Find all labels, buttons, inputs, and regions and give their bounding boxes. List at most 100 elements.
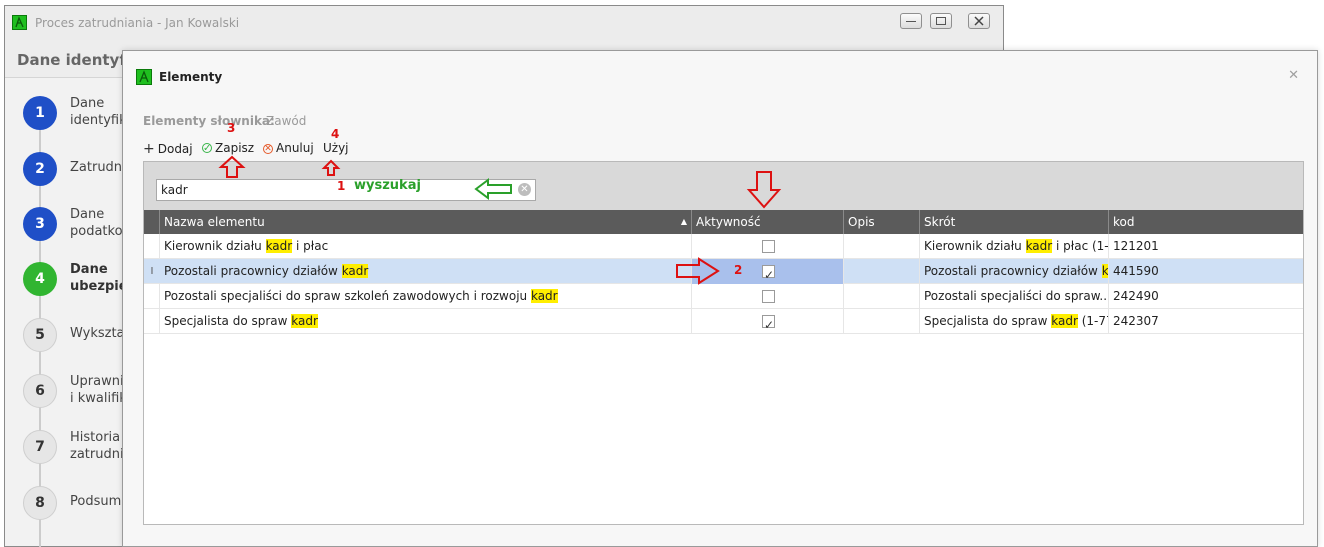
step-number: 4: [23, 262, 57, 296]
step-number: 2: [23, 152, 57, 186]
search-highlight: kadr: [1051, 314, 1078, 328]
close-icon[interactable]: ✕: [1288, 68, 1299, 83]
description-cell[interactable]: [844, 234, 920, 259]
annotation-number-1: 1: [337, 179, 346, 193]
annotation-down-arrow-icon: [746, 171, 782, 209]
row-indicator: I: [144, 259, 160, 284]
wizard-step-6[interactable]: 6 Uprawni i kwalifik: [15, 364, 135, 420]
table-row-selected[interactable]: I Pozostali pracownicy działów kadr Pozo…: [144, 259, 1303, 284]
search-panel: ✕: [144, 162, 1303, 210]
code-cell[interactable]: 242490: [1109, 284, 1303, 309]
add-button[interactable]: + Dodaj: [143, 141, 193, 157]
maximize-button[interactable]: [930, 13, 952, 29]
short-cell[interactable]: Specjalista do spraw kadr (1-776): [920, 309, 1109, 334]
edit-cursor-icon: I: [150, 266, 154, 277]
row-indicator: [144, 284, 160, 309]
search-highlight: kadr: [291, 314, 318, 328]
active-checkbox[interactable]: [762, 263, 775, 284]
annotation-number-3: 3: [227, 121, 236, 135]
wizard-step-8[interactable]: 8 Podsum: [15, 476, 135, 532]
column-header-name[interactable]: Nazwa elementu ▲: [160, 210, 692, 234]
use-button[interactable]: Użyj: [323, 141, 349, 157]
app-logo-icon: [136, 69, 152, 85]
step-label: Podsum: [70, 494, 122, 509]
code-cell[interactable]: 242307: [1109, 309, 1303, 334]
clear-search-icon[interactable]: ✕: [518, 183, 531, 196]
column-header-code[interactable]: kod: [1109, 210, 1303, 234]
plus-icon: +: [143, 141, 155, 157]
step-label: Dane ubezpie: [70, 262, 128, 294]
step-number: 5: [23, 318, 57, 352]
column-header-description[interactable]: Opis: [844, 210, 920, 234]
step-number: 7: [23, 430, 57, 464]
step-number: 6: [23, 374, 57, 408]
table-header: Nazwa elementu ▲ Aktywność Opis Skrót kod: [144, 210, 1303, 234]
code-cell[interactable]: 121201: [1109, 234, 1303, 259]
code-cell[interactable]: 441590: [1109, 259, 1303, 284]
dialog-title: Elementy: [159, 70, 223, 84]
table-row[interactable]: Pozostali specjaliści do spraw szkoleń z…: [144, 284, 1303, 309]
table-row[interactable]: Kierownik działu kadr i płac Kierownik d…: [144, 234, 1303, 259]
cancel-button[interactable]: ✕ Anuluj: [263, 141, 314, 157]
step-label: Zatrudni: [70, 160, 126, 175]
name-cell[interactable]: Pozostali specjaliści do spraw szkoleń z…: [160, 284, 692, 309]
active-checkbox[interactable]: [762, 240, 775, 253]
table-row[interactable]: Specjalista do spraw kadr Specjalista do…: [144, 309, 1303, 334]
step-label: Wykszta: [70, 326, 125, 341]
name-cell[interactable]: Specjalista do spraw kadr: [160, 309, 692, 334]
annotation-up-arrow-icon: [218, 155, 246, 178]
short-cell[interactable]: Pozostali pracownicy działów ka...: [920, 259, 1109, 284]
app-logo-icon: [12, 15, 27, 30]
wizard-step-3[interactable]: 3 Dane podatko: [15, 197, 135, 253]
name-cell[interactable]: Kierownik działu kadr i płac: [160, 234, 692, 259]
cancel-label: Anuluj: [276, 141, 314, 155]
name-cell[interactable]: Pozostali pracownicy działów kadr: [160, 259, 692, 284]
annotation-right-arrow-icon: [676, 257, 720, 285]
search-highlight: kadr: [341, 264, 369, 278]
wizard-step-2[interactable]: 2 Zatrudni: [15, 142, 135, 198]
step-number: 8: [23, 486, 57, 520]
wizard-step-1[interactable]: 1 Dane identyfik: [15, 86, 135, 142]
annotation-up-arrow-icon: [321, 159, 341, 176]
add-label: Dodaj: [157, 142, 193, 156]
annotation-number-4: 4: [331, 127, 340, 141]
short-cell[interactable]: Pozostali specjaliści do spraw... (: [920, 284, 1109, 309]
dictionary-value: Zawód: [266, 114, 307, 128]
sort-ascending-icon: ▲: [680, 217, 687, 226]
background-window-titlebar: Proces zatrudniania - Jan Kowalski: [5, 6, 1003, 40]
step-label: Dane identyfik: [70, 96, 127, 128]
row-indicator: [144, 309, 160, 334]
window-close-button[interactable]: [968, 13, 990, 29]
check-circle-icon: ✓: [202, 143, 212, 154]
elements-dialog: Elementy ✕ Elementy słownika: Zawód + Dod…: [122, 50, 1318, 547]
row-indicator: [144, 234, 160, 259]
x-circle-icon: ✕: [263, 144, 273, 154]
column-header-short[interactable]: Skrót: [920, 210, 1109, 234]
active-cell: [692, 284, 844, 309]
active-cell: [692, 234, 844, 259]
close-icon: [974, 16, 984, 26]
step-number: 3: [23, 207, 57, 241]
step-label: Uprawni i kwalifik: [70, 374, 127, 406]
description-cell[interactable]: [844, 309, 920, 334]
use-label: Użyj: [323, 141, 349, 155]
search-highlight: kadr: [1025, 239, 1053, 253]
short-cell[interactable]: Kierownik działu kadr i płac (1-40): [920, 234, 1109, 259]
row-indicator-header: [144, 210, 160, 234]
save-label: Zapisz: [215, 141, 255, 155]
active-checkbox[interactable]: [762, 290, 775, 303]
column-header-active[interactable]: Aktywność: [692, 210, 844, 234]
description-cell[interactable]: [844, 284, 920, 309]
minimize-button[interactable]: [900, 13, 922, 29]
search-highlight: kadr: [265, 239, 293, 253]
wizard-step-4[interactable]: 4 Dane ubezpie: [15, 252, 135, 308]
step-number: 1: [23, 96, 57, 130]
search-highlight: ka: [1101, 264, 1108, 278]
step-label: Dane podatko: [70, 207, 123, 239]
active-checkbox[interactable]: [762, 313, 775, 334]
wizard-step-7[interactable]: 7 Historia zatrudni: [15, 420, 135, 476]
search-input[interactable]: [161, 182, 501, 198]
background-window-title: Proces zatrudniania - Jan Kowalski: [35, 16, 240, 30]
wizard-step-5[interactable]: 5 Wykszta: [15, 308, 135, 364]
description-cell[interactable]: [844, 259, 920, 284]
